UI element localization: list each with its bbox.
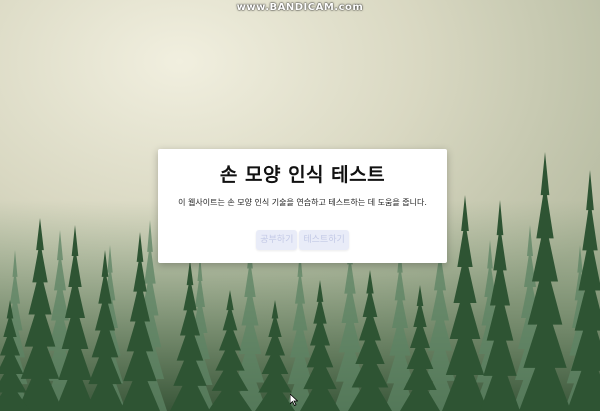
recording-watermark: www.BANDICAM.com [236, 2, 364, 13]
page-description: 이 웹사이트는 손 모양 인식 기술을 연습하고 테스트하는 데 도움을 줍니다… [178, 198, 427, 207]
intro-card: 손 모양 인식 테스트 이 웹사이트는 손 모양 인식 기술을 연습하고 테스트… [158, 149, 447, 263]
mouse-pointer-icon [290, 394, 298, 406]
page-title: 손 모양 인식 테스트 [219, 164, 386, 186]
action-buttons: 공부하기 테스트하기 [158, 230, 447, 250]
study-button[interactable]: 공부하기 [256, 230, 298, 250]
test-button[interactable]: 테스트하기 [299, 230, 349, 250]
